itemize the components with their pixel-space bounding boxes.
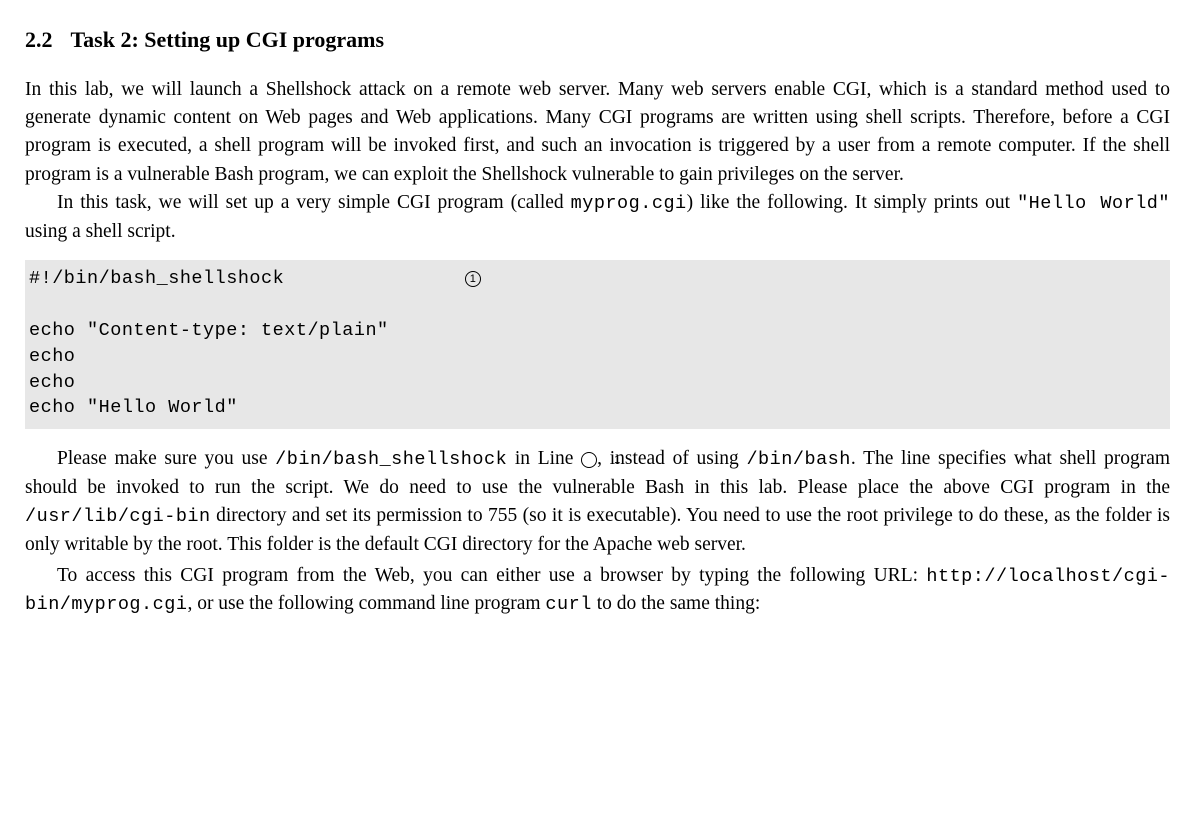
code-curl: curl — [545, 594, 591, 615]
section-number: 2.2 — [25, 27, 53, 52]
section-heading: 2.2 Task 2: Setting up CGI programs — [25, 24, 1170, 56]
line-marker-icon: 1 — [465, 271, 481, 287]
section-title: Task 2: Setting up CGI programs — [71, 27, 385, 52]
paragraph-task: In this task, we will set up a very simp… — [25, 189, 1170, 246]
paragraph-access: To access this CGI program from the Web,… — [25, 562, 1170, 620]
code-line-5: echo "Hello World" — [29, 397, 238, 418]
paragraph-instructions: Please make sure you use /bin/bash_shell… — [25, 445, 1170, 559]
code-line-1: #!/bin/bash_shellshock — [29, 268, 284, 289]
code-line-4: echo — [29, 372, 75, 393]
code-hello-world: "Hello World" — [1017, 193, 1170, 214]
code-line-2: echo "Content-type: text/plain" — [29, 320, 389, 341]
code-myprog: myprog.cgi — [571, 193, 687, 214]
code-line-3: echo — [29, 346, 75, 367]
line-marker-icon: 1 — [581, 452, 597, 468]
code-cgi-bin-path: /usr/lib/cgi-bin — [25, 506, 211, 527]
code-block-cgi: #!/bin/bash_shellshock 1 echo "Content-ty… — [25, 260, 1170, 429]
code-bin-bash: /bin/bash — [746, 449, 850, 470]
paragraph-intro: In this lab, we will launch a Shellshock… — [25, 76, 1170, 189]
code-bash-shellshock: /bin/bash_shellshock — [275, 449, 507, 470]
